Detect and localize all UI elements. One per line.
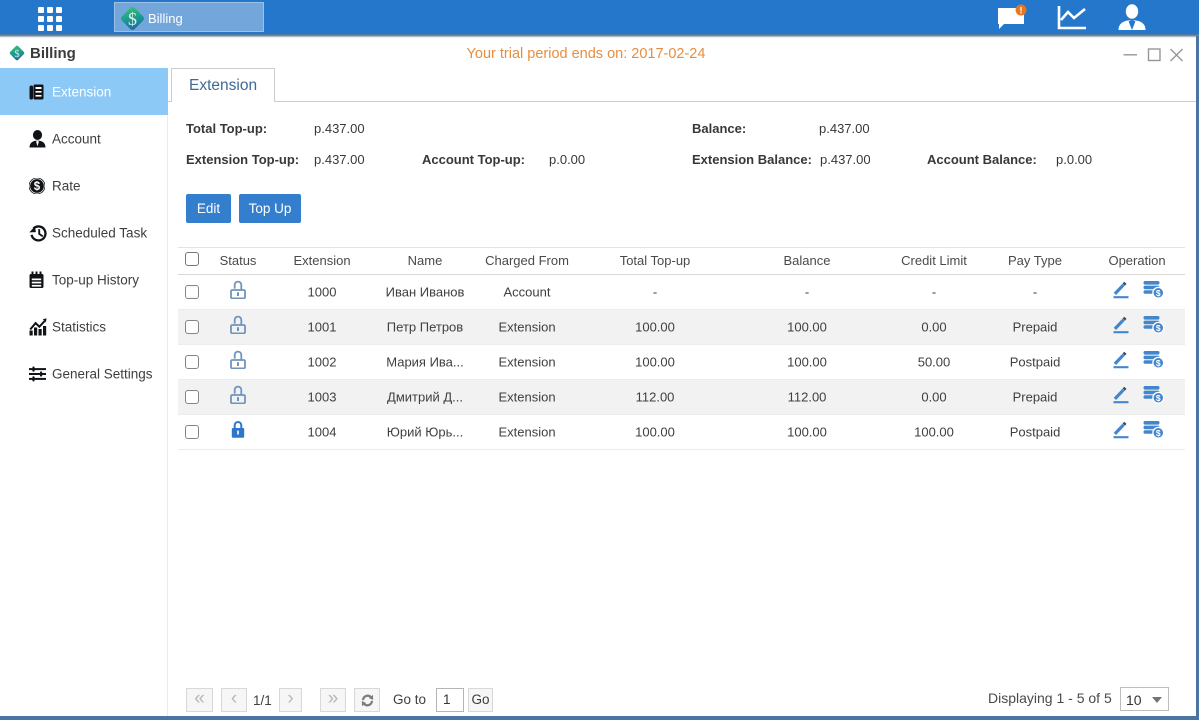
svg-text:$: $: [1156, 428, 1161, 438]
svg-text:!: !: [1020, 6, 1023, 16]
svg-text:$: $: [1156, 358, 1161, 368]
svg-text:$: $: [128, 9, 137, 29]
svg-text:$: $: [1156, 288, 1161, 298]
svg-text:$: $: [1156, 393, 1161, 403]
svg-text:$: $: [34, 181, 41, 193]
svg-text:$: $: [1156, 323, 1161, 333]
